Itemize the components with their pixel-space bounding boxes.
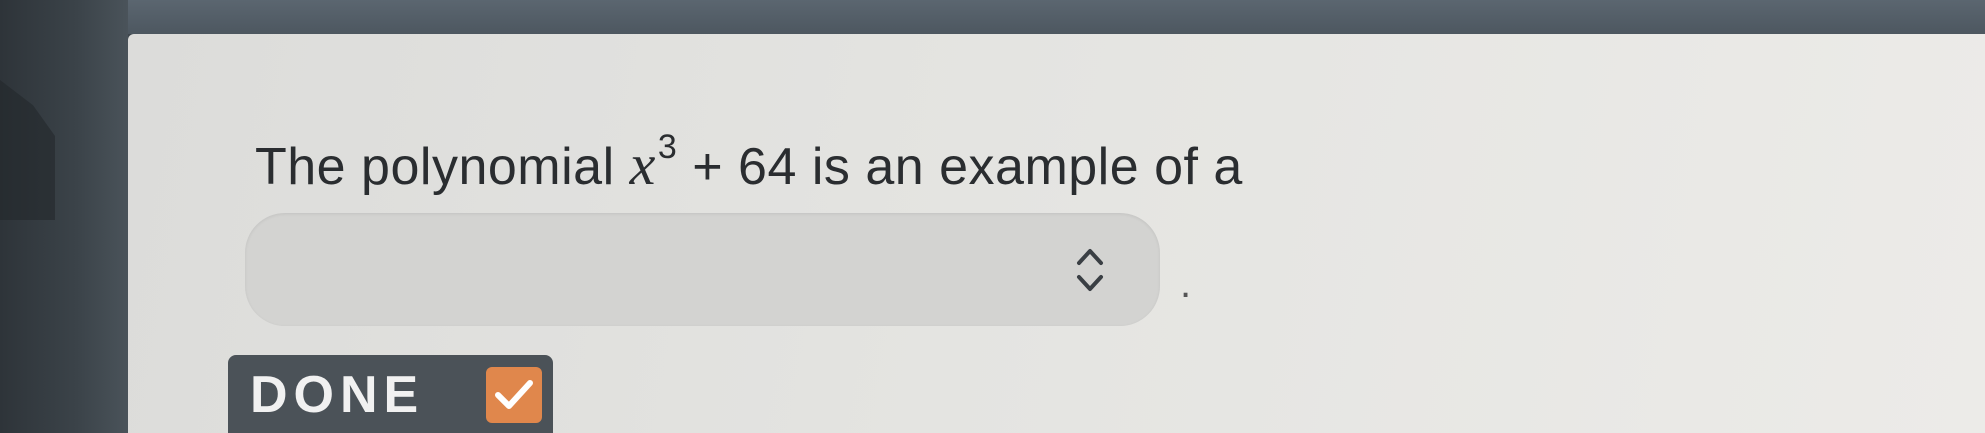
question-constant: + 64 <box>692 138 797 196</box>
question-prefix: The polynomial <box>255 138 615 196</box>
done-button[interactable]: DONE <box>228 355 553 433</box>
done-button-label: DONE <box>250 366 425 424</box>
window-top-bar <box>0 0 1985 34</box>
left-edge-shape <box>0 80 55 220</box>
checkmark-badge <box>486 367 542 423</box>
sentence-period: . <box>1180 262 1192 306</box>
question-suffix: is an example of a <box>811 138 1243 196</box>
question-text: The polynomial x3 + 64 is an example of … <box>255 128 1243 198</box>
question-variable: x <box>629 132 656 197</box>
chevron-up-down-icon[interactable] <box>1075 243 1105 297</box>
checkmark-icon <box>495 380 533 409</box>
question-exponent: 3 <box>657 128 678 166</box>
answer-dropdown[interactable] <box>245 213 1160 326</box>
left-edge <box>0 0 128 433</box>
